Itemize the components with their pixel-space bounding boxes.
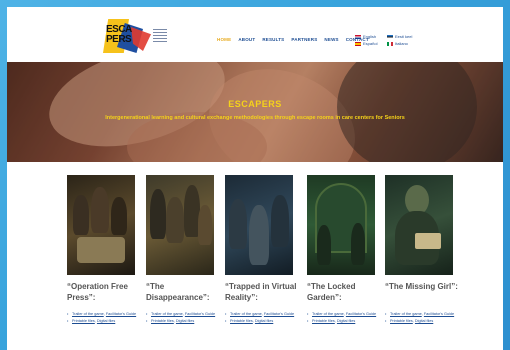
- lang-label: Italiano: [395, 41, 408, 46]
- guide-link[interactable]: Facilitator's Guide: [185, 312, 215, 316]
- link-row-files: Printable files, Digital files: [146, 318, 226, 325]
- flag-it-icon: [387, 41, 393, 46]
- language-switcher: English Eesti keel Español Italiano: [355, 34, 415, 48]
- game-thumbnail[interactable]: [307, 175, 375, 275]
- game-title: “Operation Free Press”:: [67, 282, 128, 302]
- guide-link[interactable]: Facilitator's Guide: [106, 312, 136, 316]
- game-title: “Trapped in Virtual Reality”:: [225, 282, 297, 302]
- logo-text: ESCA PERS: [106, 25, 132, 45]
- flag-en-icon: [355, 34, 361, 39]
- escapers-logo[interactable]: ESCA PERS: [103, 19, 167, 55]
- nav-news[interactable]: NEWS: [324, 37, 338, 42]
- hero-title: ESCAPERS: [228, 99, 282, 109]
- printable-link[interactable]: Printable files: [151, 319, 174, 323]
- flag-es-icon: [355, 41, 361, 46]
- page: ESCA PERS HOME ABOUT RESULTS PARTNERS NE…: [7, 7, 503, 350]
- hero-overlay: [7, 62, 503, 162]
- lang-italian[interactable]: Italiano: [387, 41, 408, 46]
- link-row-files: Printable files, Digital files: [67, 318, 147, 325]
- trailer-link[interactable]: Trailer of the game: [312, 312, 344, 316]
- link-row-files: Printable files, Digital files: [225, 318, 305, 325]
- game-title: “The Locked Garden”:: [307, 282, 356, 302]
- trailer-link[interactable]: Trailer of the game: [151, 312, 183, 316]
- game-links: Trailer of the game, Facilitator's Guide…: [67, 311, 147, 325]
- printable-link[interactable]: Printable files: [230, 319, 253, 323]
- hero-subtitle: Intergenerational learning and cultural …: [105, 115, 405, 121]
- lang-spanish[interactable]: Español: [355, 41, 377, 46]
- lang-label: Español: [363, 41, 378, 46]
- link-row-trailer: Trailer of the game, Facilitator's Guide: [385, 311, 465, 318]
- nav-partners[interactable]: PARTNERS: [291, 37, 317, 42]
- lang-label: Eesti keel: [395, 34, 413, 39]
- lang-label: English: [363, 34, 377, 39]
- guide-link[interactable]: Facilitator's Guide: [346, 312, 376, 316]
- game-links: Trailer of the game, Facilitator's Guide…: [385, 311, 465, 325]
- logo-text-line2: PERS: [106, 34, 132, 45]
- main-nav: HOME ABOUT RESULTS PARTNERS NEWS CONTACT: [217, 37, 369, 42]
- digital-link[interactable]: Digital files: [97, 319, 115, 323]
- trailer-link[interactable]: Trailer of the game: [390, 312, 422, 316]
- lang-estonian[interactable]: Eesti keel: [387, 34, 412, 39]
- site-header: ESCA PERS HOME ABOUT RESULTS PARTNERS NE…: [7, 7, 503, 62]
- logo-eu-lines: [153, 29, 167, 49]
- printable-link[interactable]: Printable files: [390, 319, 413, 323]
- digital-link[interactable]: Digital files: [176, 319, 194, 323]
- game-thumbnail[interactable]: [225, 175, 293, 275]
- flag-et-icon: [387, 34, 393, 39]
- trailer-link[interactable]: Trailer of the game: [72, 312, 104, 316]
- digital-link[interactable]: Digital files: [255, 319, 273, 323]
- digital-link[interactable]: Digital files: [415, 319, 433, 323]
- games-grid: “Operation Free Press”: Trailer of the g…: [67, 175, 458, 345]
- guide-link[interactable]: Facilitator's Guide: [424, 312, 454, 316]
- lang-english[interactable]: English: [355, 34, 376, 39]
- link-row-trailer: Trailer of the game, Facilitator's Guide: [67, 311, 147, 318]
- guide-link[interactable]: Facilitator's Guide: [264, 312, 294, 316]
- game-thumbnail[interactable]: [385, 175, 453, 275]
- game-title: “The Disappearance”:: [146, 282, 210, 302]
- link-row-files: Printable files, Digital files: [307, 318, 387, 325]
- game-links: Trailer of the game, Facilitator's Guide…: [146, 311, 226, 325]
- link-row-trailer: Trailer of the game, Facilitator's Guide: [146, 311, 226, 318]
- game-links: Trailer of the game, Facilitator's Guide…: [307, 311, 387, 325]
- trailer-link[interactable]: Trailer of the game: [230, 312, 262, 316]
- nav-about[interactable]: ABOUT: [238, 37, 255, 42]
- digital-link[interactable]: Digital files: [337, 319, 355, 323]
- game-thumbnail[interactable]: [146, 175, 214, 275]
- game-title: “The Missing Girl”:: [385, 282, 458, 291]
- printable-link[interactable]: Printable files: [72, 319, 95, 323]
- link-row-trailer: Trailer of the game, Facilitator's Guide: [225, 311, 305, 318]
- link-row-files: Printable files, Digital files: [385, 318, 465, 325]
- link-row-trailer: Trailer of the game, Facilitator's Guide: [307, 311, 387, 318]
- game-links: Trailer of the game, Facilitator's Guide…: [225, 311, 305, 325]
- hero-banner: ESCAPERS Intergenerational learning and …: [7, 62, 503, 162]
- nav-home[interactable]: HOME: [217, 37, 231, 42]
- printable-link[interactable]: Printable files: [312, 319, 335, 323]
- game-thumbnail[interactable]: [67, 175, 135, 275]
- nav-results[interactable]: RESULTS: [262, 37, 284, 42]
